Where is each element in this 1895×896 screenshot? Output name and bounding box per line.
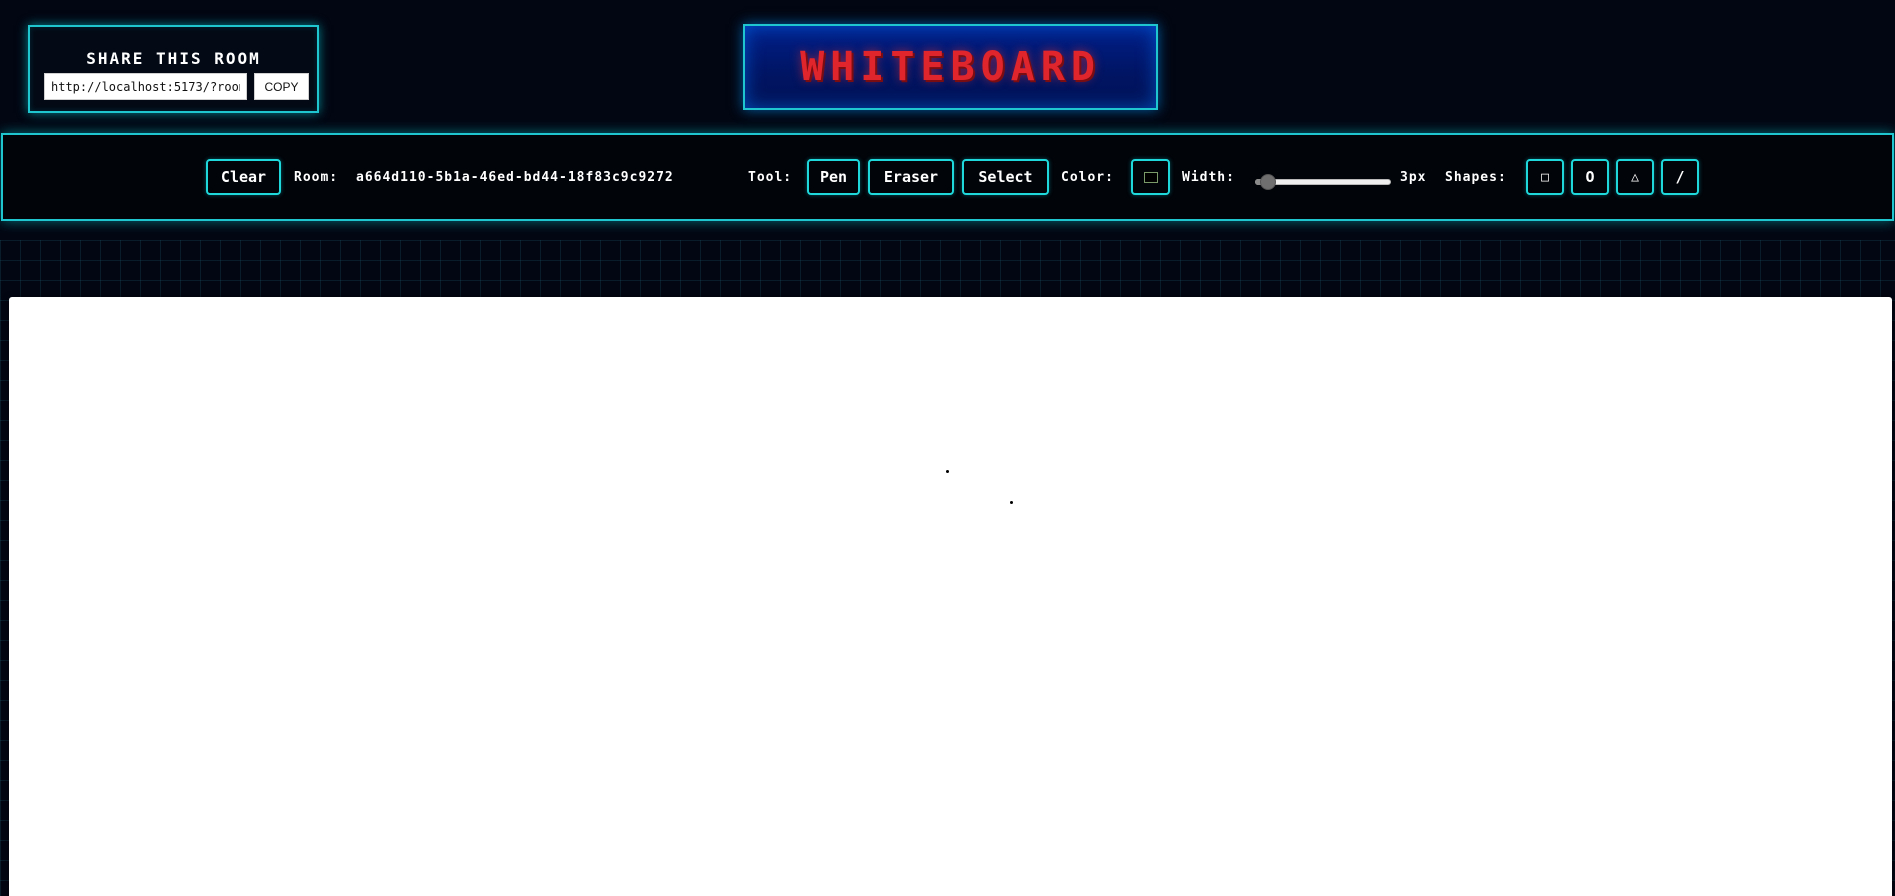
width-value: 3px — [1400, 169, 1427, 185]
line-icon: / — [1675, 168, 1685, 186]
circle-icon: O — [1585, 168, 1595, 186]
drawn-dot — [946, 470, 949, 473]
width-slider[interactable] — [1255, 174, 1391, 190]
share-room-title: SHARE THIS ROOM — [86, 49, 261, 68]
whiteboard-app: SHARE THIS ROOM COPY WHITEBOARD Clear Ro… — [0, 0, 1895, 896]
tool-pen-button[interactable]: Pen — [807, 159, 860, 195]
app-logo: WHITEBOARD — [743, 24, 1158, 110]
shape-triangle-button[interactable]: △ — [1616, 159, 1654, 195]
tool-label: Tool: — [748, 169, 793, 185]
share-url-input[interactable] — [44, 73, 247, 100]
tool-select-button[interactable]: Select — [962, 159, 1049, 195]
share-room-panel: SHARE THIS ROOM COPY — [28, 25, 319, 113]
color-swatch — [1143, 171, 1158, 183]
color-label: Color: — [1061, 169, 1114, 185]
shapes-label: Shapes: — [1445, 169, 1507, 185]
drawing-canvas[interactable] — [9, 297, 1892, 896]
tool-eraser-button[interactable]: Eraser — [868, 159, 954, 195]
room-id: a664d110-5b1a-46ed-bd44-18f83c9c9272 — [356, 169, 674, 185]
triangle-icon: △ — [1631, 169, 1639, 185]
color-picker[interactable] — [1131, 159, 1170, 195]
shape-rectangle-button[interactable]: □ — [1526, 159, 1564, 195]
app-title: WHITEBOARD — [800, 44, 1101, 90]
drawn-dot — [1010, 501, 1013, 504]
width-label: Width: — [1182, 169, 1235, 185]
toolbar: Clear Room: a664d110-5b1a-46ed-bd44-18f8… — [1, 133, 1894, 221]
shape-line-button[interactable]: / — [1661, 159, 1699, 195]
room-label: Room: — [294, 169, 339, 185]
clear-button[interactable]: Clear — [206, 159, 281, 195]
rectangle-icon: □ — [1541, 169, 1549, 185]
shape-circle-button[interactable]: O — [1571, 159, 1609, 195]
copy-button[interactable]: COPY — [254, 73, 309, 100]
width-slider-thumb[interactable] — [1259, 174, 1276, 190]
